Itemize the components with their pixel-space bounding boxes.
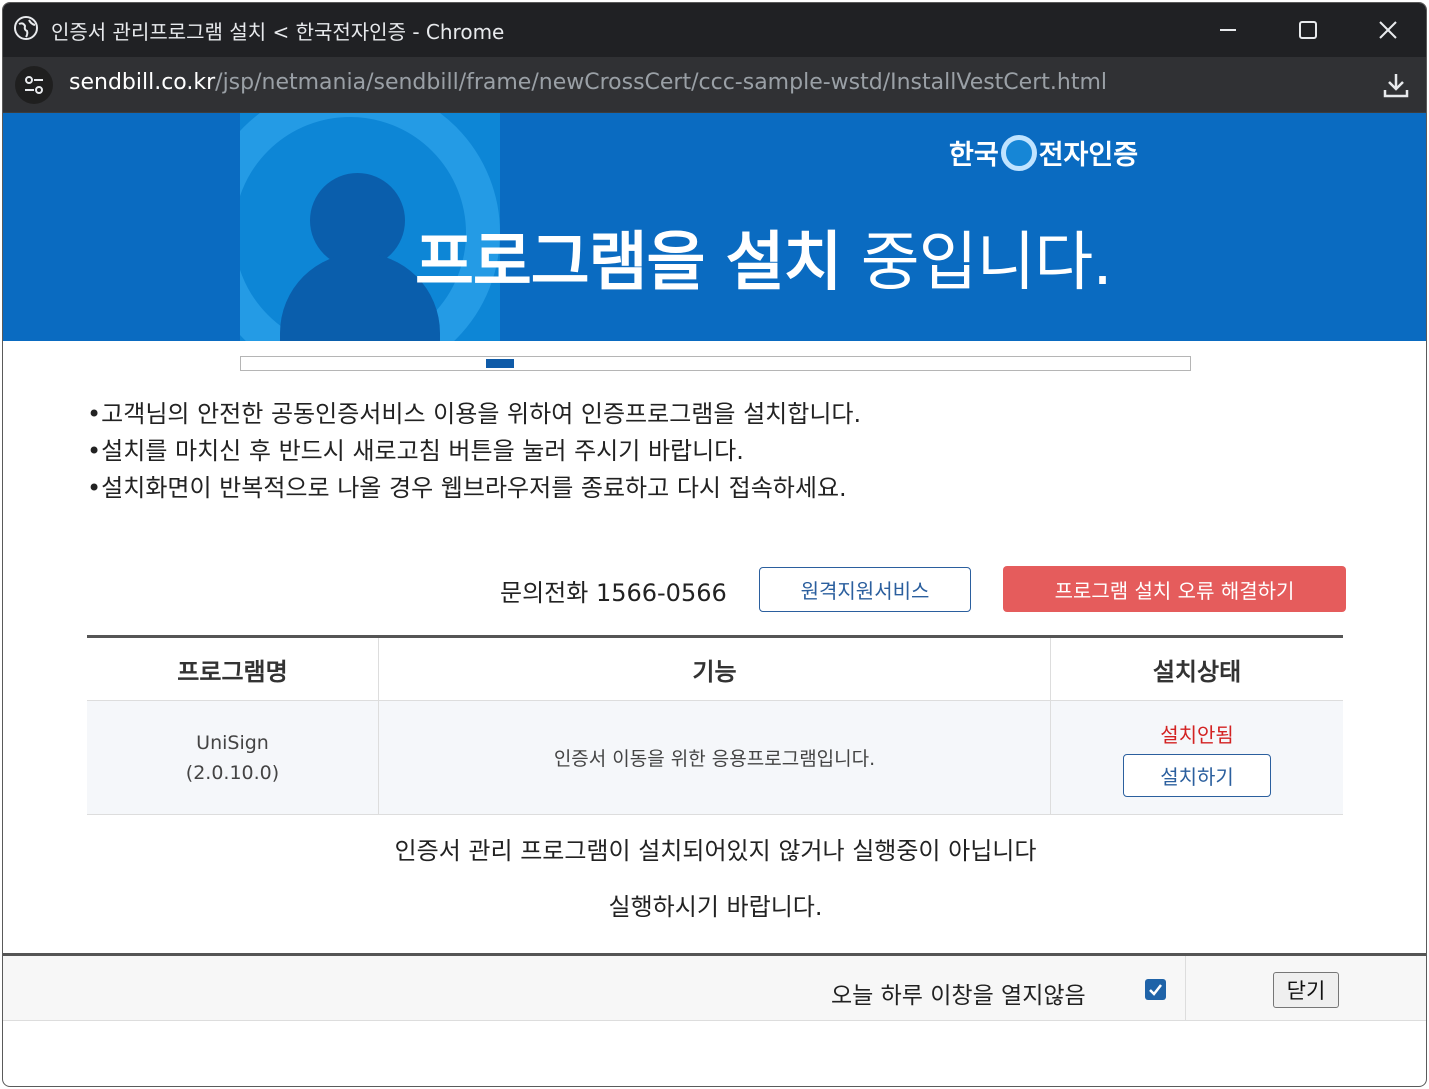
- url-host: sendbill.co.kr: [69, 70, 216, 95]
- header-function: 기능: [379, 638, 1051, 700]
- contact-phone: 문의전화 1566-0566: [500, 579, 727, 607]
- status-badge: 설치안됨: [1160, 722, 1234, 747]
- banner-title-strong: 프로그램을 설치: [415, 226, 842, 300]
- site-info-button[interactable]: [15, 66, 53, 104]
- maximize-button[interactable]: [1268, 3, 1348, 57]
- minimize-icon: [1220, 29, 1236, 31]
- title-bar: 인증서 관리프로그램 설치 < 한국전자인증 - Chrome: [3, 3, 1426, 57]
- run-request-message: 실행하시기 바랍니다.: [608, 893, 823, 921]
- url-field[interactable]: sendbill.co.kr/jsp/netmania/sendbill/fra…: [69, 70, 1107, 95]
- download-icon: [1383, 74, 1409, 98]
- install-button[interactable]: 설치하기: [1123, 753, 1271, 797]
- program-function: 인증서 이동을 위한 응용프로그램입니다.: [379, 701, 1051, 814]
- logo-text-left: 한국: [949, 140, 999, 171]
- notice-item: •고객님의 안전한 공동인증서비스 이용을 위하여 인증프로그램을 설치합니다.: [87, 400, 862, 428]
- install-status-cell: 설치안됨 설치하기: [1051, 701, 1343, 814]
- notice-item: •설치를 마치신 후 반드시 새로고침 버튼을 눌러 주시기 바랍니다.: [87, 437, 744, 465]
- url-path: /jsp/netmania/sendbill/frame/newCrossCer…: [215, 70, 1107, 95]
- logo-mark-icon: [1000, 134, 1037, 171]
- install-progress-bar: [240, 356, 1191, 371]
- browser-window: 인증서 관리프로그램 설치 < 한국전자인증 - Chrome sendbill…: [2, 2, 1427, 1087]
- header-program-name: 프로그램명: [87, 638, 379, 700]
- logo-text-right: 전자인증: [1038, 140, 1139, 171]
- address-bar: sendbill.co.kr/jsp/netmania/sendbill/fra…: [3, 57, 1426, 113]
- notice-list: •고객님의 안전한 공동인증서비스 이용을 위하여 인증프로그램을 설치합니다.…: [87, 396, 861, 507]
- footer-bar: 오늘 하루 이창을 열지않음 닫기: [3, 953, 1426, 1021]
- dont-open-today-label: 오늘 하루 이창을 열지않음: [831, 983, 1086, 1009]
- close-icon: [1379, 21, 1397, 39]
- install-banner: 한국 전자인증 프로그램을 설치 중입니다.: [3, 113, 1426, 341]
- program-name: UniSign: [196, 731, 269, 754]
- banner-title-rest: 중입니다.: [841, 226, 1113, 300]
- tune-icon: [25, 76, 43, 94]
- footer-divider: [1185, 956, 1186, 1021]
- dont-open-today-checkbox[interactable]: [1145, 979, 1166, 1000]
- download-button[interactable]: [1380, 69, 1412, 101]
- globe-icon: [13, 15, 39, 41]
- maximize-icon: [1299, 21, 1317, 39]
- program-version: (2.0.10.0): [185, 761, 280, 784]
- fix-install-error-button[interactable]: 프로그램 설치 오류 해결하기: [1003, 566, 1346, 612]
- window-title: 인증서 관리프로그램 설치 < 한국전자인증 - Chrome: [51, 20, 505, 44]
- banner-title: 프로그램을 설치 중입니다.: [415, 211, 1113, 303]
- table-header: 프로그램명 기능 설치상태: [87, 635, 1343, 701]
- program-name-cell: UniSign (2.0.10.0): [87, 701, 379, 814]
- checkmark-icon: [1149, 984, 1162, 996]
- close-window-button[interactable]: [1348, 3, 1426, 57]
- not-running-message: 인증서 관리 프로그램이 설치되어있지 않거나 실행중이 아닙니다: [394, 837, 1037, 865]
- company-logo: 한국 전자인증: [949, 133, 1138, 172]
- notice-item: •설치화면이 반복적으로 나올 경우 웹브라우저를 종료하고 다시 접속하세요.: [87, 474, 847, 502]
- remote-support-button[interactable]: 원격지원서비스: [759, 567, 971, 612]
- header-install-status: 설치상태: [1152, 657, 1242, 686]
- table-row: UniSign (2.0.10.0) 인증서 이동을 위한 응용프로그램입니다.…: [87, 701, 1343, 815]
- minimize-button[interactable]: [1188, 3, 1268, 57]
- program-table: 프로그램명 기능 설치상태 UniSign (2.0.10.0) 인증서 이동을…: [87, 635, 1343, 815]
- close-button[interactable]: 닫기: [1273, 972, 1339, 1008]
- progress-fill: [486, 359, 514, 368]
